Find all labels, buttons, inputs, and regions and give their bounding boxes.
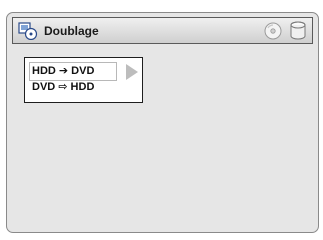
- disc-icon: [264, 22, 282, 45]
- osd-screen: Doublage HDD ➔ DVD DVD ⇨ HDD: [6, 12, 319, 233]
- dubbing-menu: HDD ➔ DVD DVD ⇨ HDD: [24, 57, 143, 103]
- page-title: Doublage: [44, 23, 99, 38]
- menu-item-dvd-to-hdd[interactable]: DVD ⇨ HDD: [30, 79, 116, 96]
- title-bar: Doublage: [12, 17, 313, 44]
- dubbing-icon: [18, 21, 38, 40]
- menu-item-hdd-to-dvd[interactable]: HDD ➔ DVD: [29, 62, 117, 81]
- hdd-icon: [290, 21, 306, 46]
- play-arrow-icon: [126, 64, 138, 80]
